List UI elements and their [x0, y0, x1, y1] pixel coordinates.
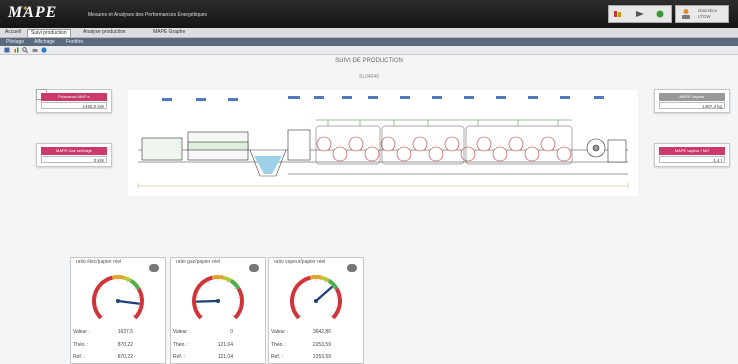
gauge-row-label: Valeur : — [271, 329, 288, 335]
kpi-gaz: MAPE Gaz séchage 0 kW — [36, 143, 112, 167]
kpi-value: 0 kW — [41, 156, 107, 163]
gauge-title: ratio élec/papier réel — [75, 259, 122, 265]
gauge-needle — [197, 301, 218, 302]
main-tabbar: Accueil Suivi production Analyse product… — [0, 28, 738, 38]
gauge-row-label: Théo. : — [173, 342, 189, 348]
print-icon[interactable] — [32, 47, 38, 53]
gauge-card-vapeur: ratio vapeur/papier réel Valeur : 3642,86… — [268, 257, 364, 364]
dryer-cylinders — [317, 137, 571, 161]
gauge-row-label: Théo. : — [271, 342, 287, 348]
gauge-row: Réf. : 121,04 — [173, 354, 261, 362]
toolbar — [0, 46, 738, 55]
tab-accueil[interactable]: Accueil — [2, 29, 24, 36]
gauge-row: Valeur : 0 — [173, 329, 261, 337]
paper-machine-diagram — [128, 90, 638, 196]
gauge-row-value: 121,04 — [218, 342, 233, 348]
kpi-label: MAPE Gaz séchage — [41, 147, 107, 155]
kpi-value: 1497,3 kg — [659, 102, 725, 109]
user-box[interactable]: cbnimbco LTGW — [675, 5, 729, 23]
gauge-row-value: 2253,59 — [313, 342, 331, 348]
app-header: ✦ MAPE Mesures et Analyses des Performan… — [0, 0, 738, 29]
gauge-row: Réf. : 2253,59 — [271, 354, 359, 362]
gauge-row: Réf. : 870,22 — [73, 354, 161, 362]
gauge-row: Théo. : 121,04 — [173, 342, 261, 350]
menu-fenetre[interactable]: Fenêtre — [66, 38, 83, 46]
gauge-arc-orange — [212, 277, 223, 278]
gauge-dial — [277, 269, 355, 329]
gauge-arc-orange — [310, 277, 321, 278]
reel-section — [587, 139, 626, 162]
gauge-row: Théo. : 870,22 — [73, 342, 161, 350]
status-icon[interactable] — [655, 9, 665, 19]
tab-suivi-production[interactable]: Suivi production — [27, 29, 71, 37]
gauge-hub — [314, 299, 318, 303]
page-title: SUIVI DE PRODUCTION — [0, 58, 738, 64]
gauge-row-label: Valeur : — [173, 329, 190, 335]
gauge-row: Valeur : 1637,5 — [73, 329, 161, 337]
menu-affichage[interactable]: Affichage — [34, 38, 55, 46]
gauge-row-value: 870,22 — [118, 354, 133, 360]
gauge-row-label: Réf. : — [73, 354, 85, 360]
menu-pilotage[interactable]: Pilotage — [6, 38, 24, 46]
gauge-title: ratio gaz/papier réel — [175, 259, 221, 265]
kpi-ratio-vapeur: MAPE vapeur / MG 1,4 t — [654, 143, 730, 167]
header-icon-group — [608, 5, 672, 23]
gauge-hub — [216, 299, 220, 303]
kpi-value: 1,4 t — [659, 156, 725, 163]
tools-icon[interactable] — [613, 9, 623, 19]
kpi-value: 1455,0 kW — [41, 102, 107, 109]
gauge-row: Valeur : 3642,86 — [271, 329, 359, 337]
measurement-tags — [162, 96, 604, 101]
save-icon[interactable] — [4, 47, 10, 53]
steam-headers — [316, 120, 572, 126]
kpi-vapeur: MAPE Vapeur 1497,3 kg — [654, 89, 730, 113]
gauge-row-value: 3642,86 — [313, 329, 331, 335]
gauge-hub — [116, 299, 120, 303]
gauge-arc-orange — [112, 277, 123, 278]
gauge-title: ratio vapeur/papier réel — [273, 259, 326, 265]
download-icon[interactable] — [635, 9, 645, 19]
user-name: cbnimbco LTGW — [698, 8, 726, 19]
user-avatar-icon — [681, 8, 691, 20]
gauge-card-gaz: ratio gaz/papier réel Valeur : 0 Théo. : 1… — [170, 257, 266, 364]
tab-analyse-production[interactable]: Analyse production — [80, 29, 129, 36]
gauge-card-elec: ratio élec/papier réel Valeur : 1637,5 Th… — [70, 257, 166, 364]
user-name-line2: LTGW — [698, 14, 726, 20]
gauge-row: Théo. : 2253,59 — [271, 342, 359, 350]
gauge-row-label: Réf. : — [173, 354, 185, 360]
gauge-row-value: 870,22 — [118, 342, 133, 348]
gauge-row-label: Valeur : — [73, 329, 90, 335]
gauge-row-value: 0 — [230, 329, 233, 335]
gauge-row-value: 2253,59 — [313, 354, 331, 360]
kpi-puissance: Puissance MAP e 1455,0 kW — [36, 89, 112, 113]
app-logo: MAPE — [8, 4, 57, 22]
gauge-row-label: Réf. : — [271, 354, 283, 360]
gauge-row-value: 1637,5 — [118, 329, 133, 335]
submenu-bar: Pilotage Affichage Fenêtre — [0, 38, 738, 46]
machine-body — [138, 130, 628, 176]
kpi-label: MAPE Vapeur — [659, 93, 725, 101]
chart-icon[interactable] — [14, 47, 20, 53]
globe-icon[interactable] — [41, 47, 47, 53]
app-subtitle: Mesures et Analyses des Performances Éne… — [88, 12, 207, 18]
tab-mape-graphe[interactable]: MAPE Graphe — [150, 29, 188, 36]
gauge-dial — [179, 269, 257, 329]
kpi-label: MAPE vapeur / MG — [659, 147, 725, 155]
gauge-row-label: Théo. : — [73, 342, 89, 348]
base-dimension-line — [138, 183, 628, 189]
gauge-row-value: 121,04 — [218, 354, 233, 360]
zoom-icon[interactable] — [22, 47, 28, 53]
kpi-label: Puissance MAP e — [41, 93, 107, 101]
page-code: SL04040 — [0, 74, 738, 80]
gauge-dial — [79, 269, 157, 329]
